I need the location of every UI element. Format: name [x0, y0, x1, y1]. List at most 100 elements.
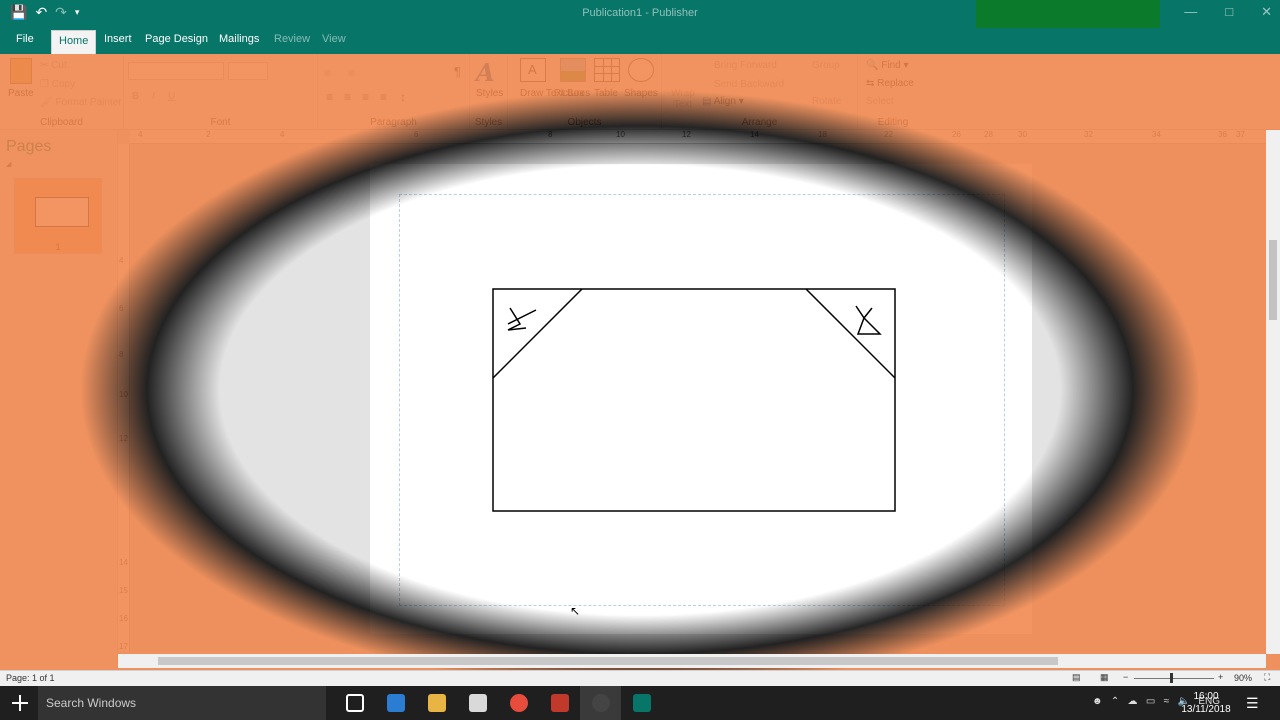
battery-icon[interactable]: ▭ [1146, 696, 1155, 707]
taskbar-search[interactable]: Search Windows [38, 686, 326, 720]
tab-file[interactable]: File [16, 33, 34, 45]
mouse-cursor-icon: ↖ [570, 604, 581, 618]
styles-button[interactable]: Styles [476, 88, 503, 99]
title-bar: 💾 ↶ ↷ ▾ Publication1 - Publisher — □ ✕ [0, 0, 1280, 38]
zoom-in-icon[interactable]: + [1218, 672, 1223, 682]
pages-pane: Pages ◢ 1 [0, 130, 118, 670]
align-button[interactable]: ▤ Align ▾ [702, 96, 744, 107]
replace-label: Replace [877, 78, 914, 89]
minimize-icon[interactable]: — [1184, 4, 1197, 20]
horizontal-ruler[interactable]: 4 2 4 6 8 10 12 14 18 22 26 28 30 32 34 … [130, 130, 1266, 144]
ruler-tick: 10 [119, 390, 128, 399]
workspace[interactable]: ↖ [130, 144, 1266, 654]
ruler-tick: 10 [616, 130, 625, 139]
ruler-tick: 18 [818, 130, 827, 139]
find-button[interactable]: 🔍 Find ▾ [866, 60, 909, 71]
table-icon[interactable] [594, 58, 620, 82]
notifications-icon[interactable]: ☰ [1246, 695, 1259, 712]
collapse-icon[interactable]: ◢ [6, 160, 11, 168]
horizontal-scrollbar[interactable] [118, 654, 1266, 668]
table-button[interactable]: Table [594, 88, 618, 99]
wifi-icon[interactable]: ≈ [1164, 696, 1170, 707]
pictures-icon[interactable] [560, 58, 586, 82]
ruler-tick: 6 [414, 130, 419, 139]
cut-button[interactable]: ✂ Cut [40, 60, 67, 71]
taskbar-app-maps[interactable] [539, 686, 580, 720]
format-painter-button[interactable]: 🖌 Format Painter [40, 97, 122, 108]
vertical-ruler[interactable]: 4 6 8 10 12 14 15 16 17 [118, 144, 130, 652]
font-group: B I U Font [124, 54, 318, 130]
horizontal-scrollbar-thumb[interactable] [158, 657, 1058, 665]
clock[interactable]: 16:00 13/11/2018 [1176, 690, 1236, 716]
align-right-icon[interactable]: ≡ [362, 90, 369, 104]
paragraph-marks-icon[interactable]: ¶ [454, 64, 461, 79]
taskbar-app-mail[interactable] [457, 686, 498, 720]
show-hidden-icon[interactable]: ⌃ [1111, 696, 1119, 707]
sketch-drawing[interactable] [492, 288, 896, 512]
taskbar-app-file-explorer[interactable] [416, 686, 457, 720]
tab-insert[interactable]: Insert [104, 33, 132, 45]
two-page-view-icon[interactable]: ▦ [1100, 672, 1109, 683]
ruler-tick: 12 [119, 434, 128, 443]
zoom-out-icon[interactable]: − [1123, 672, 1128, 682]
styles-icon[interactable]: A [476, 58, 502, 87]
tab-page-design[interactable]: Page Design [145, 33, 208, 45]
rotate-button[interactable]: Rotate [812, 96, 841, 107]
bullets-icon[interactable]: ≡ [324, 66, 331, 80]
copy-label: Copy [51, 79, 76, 90]
align-center-icon[interactable]: ≡ [344, 90, 351, 104]
taskbar: Search Windows ☻ ⌃ ☁ ▭ ≈ 🔈 ENG 16:00 13/… [0, 686, 1280, 720]
clock-date: 13/11/2018 [1181, 704, 1231, 715]
file-explorer-icon [427, 694, 446, 712]
ruler-tick: 4 [280, 130, 285, 139]
bold-button[interactable]: B [132, 91, 139, 102]
taskbar-app-publisher[interactable] [621, 686, 662, 720]
italic-button[interactable]: I [152, 91, 155, 102]
paste-icon[interactable] [10, 58, 32, 84]
single-page-view-icon[interactable]: ▤ [1072, 672, 1081, 683]
vertical-scrollbar-thumb[interactable] [1269, 240, 1277, 320]
tab-mailings[interactable]: Mailings [219, 33, 259, 45]
align-left-icon[interactable]: ≡ [326, 90, 333, 104]
close-icon[interactable]: ✕ [1261, 4, 1272, 20]
group-button[interactable]: Group [812, 60, 840, 71]
paste-button[interactable]: Paste [8, 88, 34, 99]
taskbar-app-recorder[interactable] [580, 686, 621, 720]
paragraph-group: ≡ ≡ ¶ ≡ ≡ ≡ ≡ ↕ Paragraph [318, 54, 470, 130]
replace-button[interactable]: ⇆ Replace [866, 78, 914, 89]
ruler-tick: 14 [750, 130, 759, 139]
page-indicator[interactable]: Page: 1 of 1 [6, 673, 55, 683]
text-box-icon[interactable] [520, 58, 546, 82]
line-spacing-icon[interactable]: ↕ [400, 90, 406, 104]
taskbar-app-task-view[interactable] [334, 686, 375, 720]
editing-group: 🔍 Find ▾ ⇆ Replace Select Editing [858, 54, 928, 130]
vertical-scrollbar[interactable] [1266, 130, 1280, 654]
numbering-icon[interactable]: ≡ [348, 66, 355, 80]
maximize-icon[interactable]: □ [1225, 4, 1233, 20]
zoom-slider-knob[interactable] [1170, 673, 1173, 683]
taskbar-app-edge[interactable] [375, 686, 416, 720]
start-button[interactable] [12, 695, 28, 711]
copy-button[interactable]: ❐ Copy [40, 79, 75, 90]
bring-forward-button[interactable]: Bring Forward [714, 60, 777, 71]
tab-home[interactable]: Home [51, 30, 97, 54]
font-name-box[interactable] [128, 62, 224, 80]
underline-button[interactable]: U [168, 91, 175, 102]
shapes-icon[interactable] [628, 58, 654, 82]
send-backward-button[interactable]: Send Backward [714, 79, 784, 90]
shapes-button[interactable]: Shapes [624, 88, 658, 99]
justify-icon[interactable]: ≡ [380, 90, 387, 104]
tab-view[interactable]: View [322, 33, 346, 45]
zoom-level[interactable]: 90% [1234, 673, 1252, 683]
pictures-button[interactable]: Pictures [554, 88, 590, 99]
font-size-box[interactable] [228, 62, 268, 80]
tab-review[interactable]: Review [274, 33, 310, 45]
wrap-text-button[interactable]: Wrap Text [668, 88, 698, 110]
page-thumbnail-number: 1 [55, 242, 61, 252]
cloud-icon[interactable]: ☁ [1128, 696, 1138, 707]
taskbar-app-chrome[interactable] [498, 686, 539, 720]
fit-page-icon[interactable]: ⛶ [1264, 672, 1270, 683]
select-button[interactable]: Select [866, 96, 894, 107]
people-icon[interactable]: ☻ [1092, 696, 1103, 707]
zoom-slider[interactable] [1134, 673, 1214, 683]
